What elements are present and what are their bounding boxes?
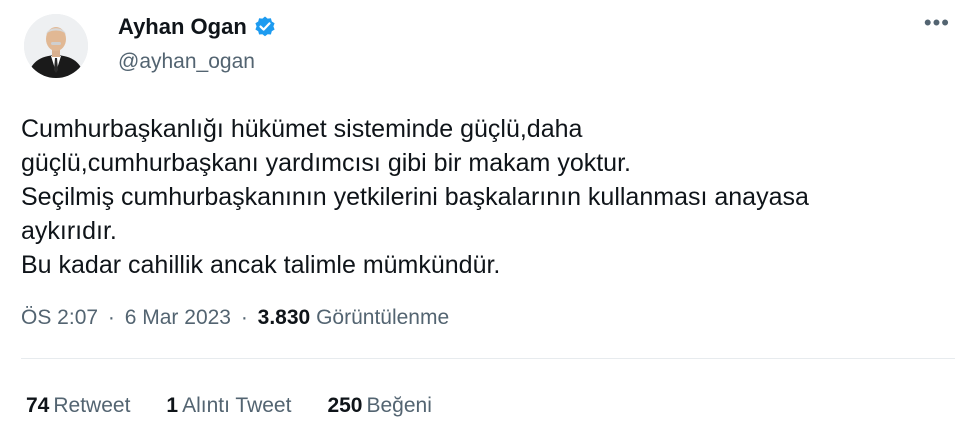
- quotes-label: Alıntı Tweet: [182, 394, 292, 417]
- divider: [21, 358, 955, 359]
- tweet-stats: 74 Retweet 1 Alıntı Tweet 250 Beğeni: [26, 394, 432, 418]
- tweet-time[interactable]: ÖS 2:07: [21, 306, 98, 329]
- tweet-text: Cumhurbaşkanlığı hükümet sisteminde güçl…: [21, 112, 956, 282]
- quotes-count: 1: [166, 394, 179, 417]
- views-label: Görüntülenme: [316, 306, 450, 329]
- meta-separator: ·: [107, 306, 115, 329]
- verified-badge-icon: [255, 16, 275, 37]
- likes-label: Beğeni: [366, 394, 432, 417]
- retweets-label: Retweet: [53, 394, 131, 417]
- retweets-count: 74: [26, 394, 50, 417]
- meta-separator: ·: [240, 306, 248, 329]
- likes-count: 250: [327, 394, 363, 417]
- author-name[interactable]: Ayhan Ogan: [118, 14, 247, 40]
- avatar-image: [24, 14, 88, 78]
- quotes-stat[interactable]: 1 Alıntı Tweet: [166, 394, 291, 418]
- avatar[interactable]: [24, 14, 88, 78]
- tweet-text-line: Seçilmiş cumhurbaşkanının yetkilerini ba…: [21, 183, 809, 211]
- tweet-date[interactable]: 6 Mar 2023: [125, 306, 231, 329]
- views-count: 3.830: [257, 306, 311, 329]
- tweet-text-line: güçlü,cumhurbaşkanı yardımcısı gibi bir …: [21, 149, 631, 177]
- more-horizontal-icon[interactable]: •••: [924, 10, 950, 36]
- retweets-stat[interactable]: 74 Retweet: [26, 394, 130, 418]
- author-name-row: Ayhan Ogan: [118, 12, 277, 42]
- author-block: Ayhan Ogan @ayhan_ogan: [118, 12, 277, 74]
- tweet-meta: ÖS 2:07 · 6 Mar 2023 · 3.830 Görüntülenm…: [21, 306, 449, 330]
- tweet-text-line: Cumhurbaşkanlığı hükümet sisteminde güçl…: [21, 115, 583, 143]
- tweet-text-line: aykırıdır.: [21, 217, 117, 245]
- author-handle[interactable]: @ayhan_ogan: [118, 50, 277, 74]
- tweet-text-line: Bu kadar cahillik ancak talimle mümkündü…: [21, 251, 501, 279]
- likes-stat[interactable]: 250 Beğeni: [327, 394, 431, 418]
